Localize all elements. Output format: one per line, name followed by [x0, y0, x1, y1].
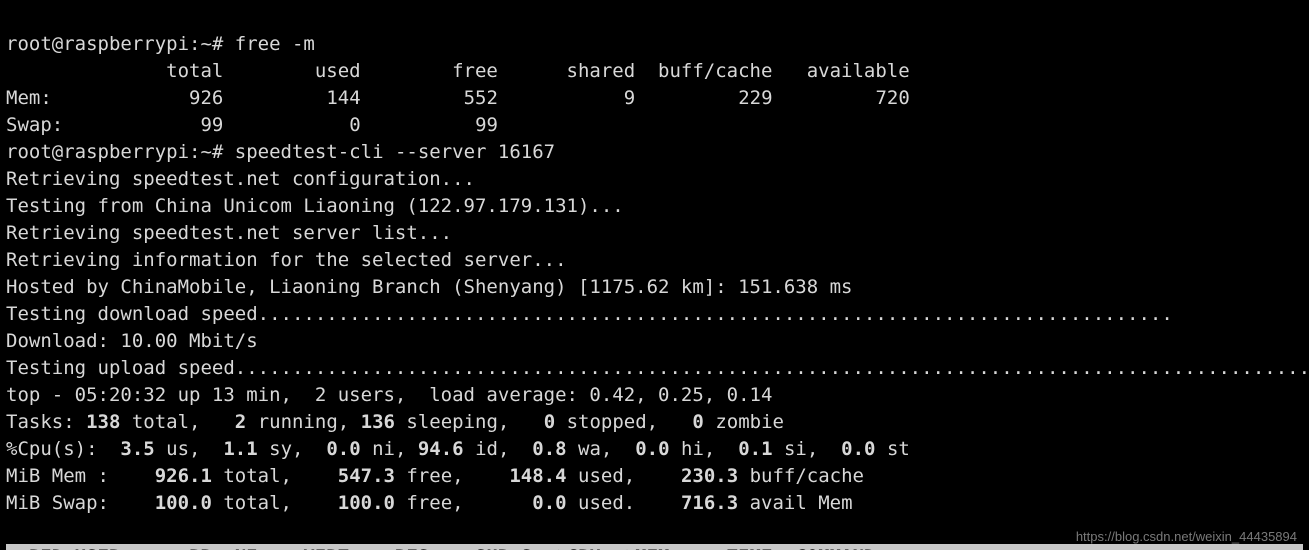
speedtest-line: Testing download speed..................… — [6, 303, 1173, 325]
speedtest-line: Retrieving speedtest.net server list... — [6, 222, 452, 244]
speedtest-line: Retrieving information for the selected … — [6, 249, 567, 271]
top-tasks-line: Tasks: 138 total, 2 running, 136 sleepin… — [6, 411, 784, 433]
free-swap-row: Swap: 99 0 99 — [6, 114, 498, 136]
top-summary-line: top - 05:20:32 up 13 min, 2 users, load … — [6, 384, 772, 406]
prompt: root@raspberrypi:~# free -m — [6, 33, 315, 55]
free-mem-row: Mem: 926 144 552 9 229 720 — [6, 87, 910, 109]
top-cpu-line: %Cpu(s): 3.5 us, 1.1 sy, 0.0 ni, 94.6 id… — [6, 438, 910, 460]
speedtest-line: Testing upload speed....................… — [6, 357, 1309, 379]
free-header: total used free shared buff/cache availa… — [6, 60, 910, 82]
terminal-output[interactable]: root@raspberrypi:~# free -m total used f… — [0, 0, 1309, 550]
command-free: free -m — [235, 33, 315, 55]
prompt: root@raspberrypi:~# speedtest-cli --serv… — [6, 141, 555, 163]
top-process-header: PID USER PR NI VIRT RES SHR S %CPU %MEM … — [6, 544, 1303, 550]
speedtest-line: Testing from China Unicom Liaoning (122.… — [6, 195, 624, 217]
top-mem-line: MiB Mem : 926.1 total, 547.3 free, 148.4… — [6, 465, 864, 487]
command-speedtest: speedtest-cli --server 16167 — [235, 141, 555, 163]
speedtest-line: Retrieving speedtest.net configuration..… — [6, 168, 475, 190]
speedtest-download: Download: 10.00 Mbit/s — [6, 330, 258, 352]
speedtest-line: Hosted by ChinaMobile, Liaoning Branch (… — [6, 276, 852, 298]
top-swap-line: MiB Swap: 100.0 total, 100.0 free, 0.0 u… — [6, 492, 853, 514]
